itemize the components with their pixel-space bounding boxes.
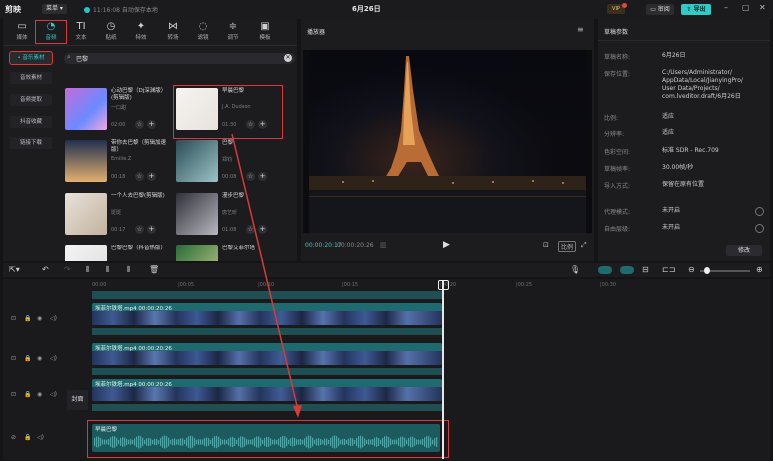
- annotation-arrow: [231, 133, 302, 418]
